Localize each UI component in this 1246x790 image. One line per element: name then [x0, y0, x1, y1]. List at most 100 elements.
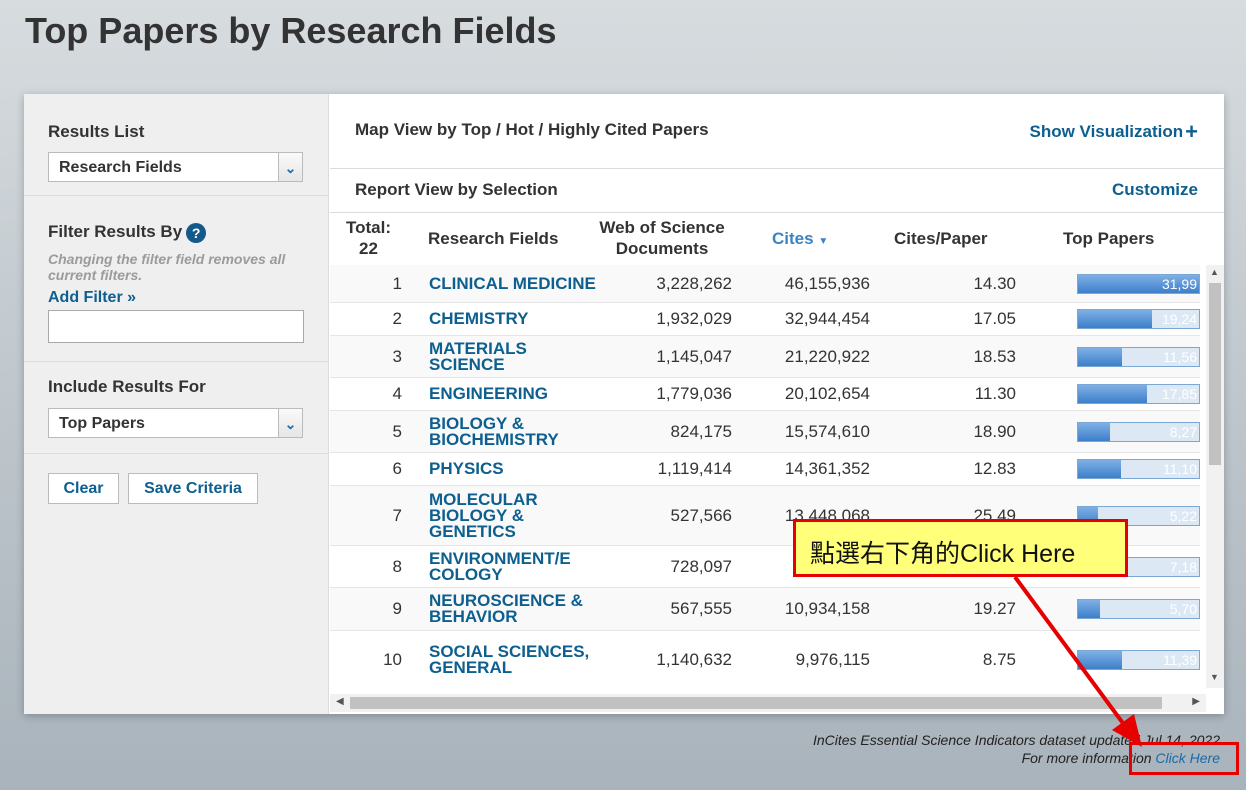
table-row: 1 CLINICAL MEDICINE 3,228,262 46,155,936 14.…: [330, 265, 1200, 303]
bar-fill: [1078, 460, 1121, 478]
row-cites-per-paper: 18.90: [973, 421, 1016, 441]
include-section: Include Results For Top Papers ⌄: [24, 362, 328, 454]
bar-label: 17,85: [1161, 386, 1197, 402]
row-documents: 1,779,036: [656, 384, 732, 403]
row-cites: 14,361,352: [784, 459, 870, 478]
row-top-papers-bar: 8,27: [1077, 421, 1200, 442]
row-cites-per-paper: 14.30: [973, 273, 1016, 293]
row-field-link[interactable]: ENVIRONMENT/E COLOGY: [429, 550, 599, 583]
header-cites-per-paper[interactable]: Cites/Paper: [894, 228, 988, 249]
row-top-papers-bar: 11,39: [1077, 649, 1200, 670]
row-field-link[interactable]: CHEMISTRY: [429, 310, 599, 327]
chevron-down-icon[interactable]: ⌄: [278, 409, 302, 437]
chevron-down-icon[interactable]: ⌄: [278, 153, 302, 181]
table-row: 5 BIOLOGY & BIOCHEMISTRY 824,175 15,574,610…: [330, 411, 1200, 453]
row-field-link[interactable]: PHYSICS: [429, 460, 599, 477]
filter-section: Filter Results By? Changing the filter f…: [24, 196, 328, 362]
row-rank: 3: [392, 346, 402, 366]
row-top-papers-bar: 19,24: [1077, 309, 1200, 329]
annotation-callout: 點選右下角的Click Here: [793, 519, 1128, 577]
header-documents[interactable]: Web of Science Documents: [592, 217, 732, 259]
row-rank: 6: [392, 459, 402, 478]
bar-fill: [1078, 347, 1123, 366]
row-field-link[interactable]: SOCIAL SCIENCES, GENERAL: [429, 643, 599, 676]
results-list-section: Results List Research Fields ⌄: [24, 94, 328, 196]
row-rank: 9: [392, 599, 402, 618]
vertical-scrollbar[interactable]: ▲ ▼: [1206, 265, 1224, 688]
bar-label: 11,10: [1163, 461, 1197, 477]
row-documents: 728,097: [670, 556, 732, 576]
bar-fill: [1078, 650, 1122, 669]
row-field-link[interactable]: MOLECULAR BIOLOGY & GENETICS: [429, 491, 599, 540]
map-view-header: Map View by Top / Hot / Highly Cited Pap…: [330, 94, 1224, 169]
total-value: 22: [359, 239, 378, 258]
row-field-link[interactable]: MATERIALS SCIENCE: [429, 340, 599, 373]
filter-label-text: Filter Results By: [48, 222, 183, 241]
row-rank: 7: [392, 505, 402, 525]
results-list-label: Results List: [48, 122, 145, 141]
row-field-link[interactable]: CLINICAL MEDICINE: [429, 275, 599, 292]
include-select[interactable]: Top Papers ⌄: [48, 408, 303, 438]
row-documents: 1,140,632: [656, 649, 732, 669]
customize-link[interactable]: Customize: [1112, 180, 1198, 200]
page-title: Top Papers by Research Fields: [25, 10, 557, 51]
row-cites-per-paper: 18.53: [973, 346, 1016, 366]
table-row: 4 ENGINEERING 1,779,036 20,102,654 11.30 17,8…: [330, 378, 1200, 411]
row-top-papers-bar: 17,85: [1077, 384, 1200, 404]
row-documents: 567,555: [670, 599, 732, 618]
filter-input[interactable]: [48, 309, 304, 343]
scroll-left-icon[interactable]: ◀: [336, 696, 344, 707]
header-top-papers[interactable]: Top Papers: [1063, 228, 1154, 249]
clear-button[interactable]: Clear: [48, 473, 119, 504]
sidebar: Results List Research Fields ⌄ Filter Re…: [24, 94, 329, 714]
row-documents: 824,175: [670, 421, 732, 441]
row-field-link[interactable]: NEUROSCIENCE & BEHAVIOR: [429, 592, 599, 625]
bar-fill: [1078, 385, 1147, 403]
results-list-value: Research Fields: [59, 159, 182, 176]
row-cites-per-paper: 19.27: [973, 599, 1016, 618]
total-count: Total: 22: [346, 217, 391, 259]
results-list-select[interactable]: Research Fields ⌄: [48, 152, 303, 182]
bar-label: 31,99: [1161, 275, 1197, 292]
table-row: 10 SOCIAL SCIENCES, GENERAL 1,140,632 9,976…: [330, 631, 1200, 688]
table-body: 1 CLINICAL MEDICINE 3,228,262 46,155,936 14.…: [330, 265, 1200, 688]
table-row: 2 CHEMISTRY 1,932,029 32,944,454 17.05 19,24: [330, 303, 1200, 336]
bar-label: 7,18: [1169, 558, 1197, 575]
row-field-link[interactable]: ENGINEERING: [429, 385, 599, 402]
scroll-down-icon[interactable]: ▼: [1210, 672, 1219, 682]
save-criteria-button[interactable]: Save Criteria: [128, 473, 258, 504]
table-row: 3 MATERIALS SCIENCE 1,145,047 21,220,922 18.…: [330, 336, 1200, 378]
row-cites: 9,976,115: [795, 649, 870, 669]
horizontal-scrollbar[interactable]: ◀ ▶: [330, 694, 1206, 712]
row-top-papers-bar: 11,10: [1077, 459, 1200, 479]
scroll-up-icon[interactable]: ▲: [1210, 267, 1219, 277]
header-cites[interactable]: Cites ▼: [772, 228, 828, 252]
vertical-scroll-thumb[interactable]: [1209, 283, 1221, 465]
row-rank: 8: [392, 556, 402, 576]
row-documents: 527,566: [670, 505, 732, 525]
row-documents: 3,228,262: [656, 273, 732, 293]
header-cites-label: Cites: [772, 229, 814, 248]
show-visualization-link[interactable]: Show Visualization+: [1029, 119, 1198, 145]
horizontal-scroll-thumb[interactable]: [350, 697, 1162, 709]
row-documents: 1,145,047: [656, 346, 732, 366]
row-cites-per-paper: 12.83: [973, 459, 1016, 478]
bar-label: 11,56: [1163, 348, 1197, 365]
report-view-header: Report View by Selection Customize: [330, 169, 1224, 213]
add-filter-link[interactable]: Add Filter »: [48, 289, 304, 307]
row-field-link[interactable]: BIOLOGY & BIOCHEMISTRY: [429, 415, 599, 448]
show-visualization-label: Show Visualization: [1029, 122, 1184, 141]
table-row: 6 PHYSICS 1,119,414 14,361,352 12.83 11,10: [330, 453, 1200, 486]
header-documents-line1: Web of Science: [599, 218, 725, 237]
row-cites: 46,155,936: [784, 273, 870, 293]
row-documents: 1,119,414: [657, 459, 732, 478]
header-research-fields[interactable]: Research Fields: [428, 228, 558, 249]
row-rank: 2: [392, 309, 402, 328]
scroll-right-icon[interactable]: ▶: [1192, 696, 1200, 707]
row-cites-per-paper: 8.75: [982, 649, 1016, 669]
table-row: 9 NEUROSCIENCE & BEHAVIOR 567,555 10,934,15…: [330, 588, 1200, 631]
row-cites-per-paper: 17.05: [973, 309, 1016, 328]
help-icon[interactable]: ?: [186, 222, 207, 243]
row-rank: 1: [392, 273, 402, 293]
row-rank: 10: [383, 649, 402, 669]
